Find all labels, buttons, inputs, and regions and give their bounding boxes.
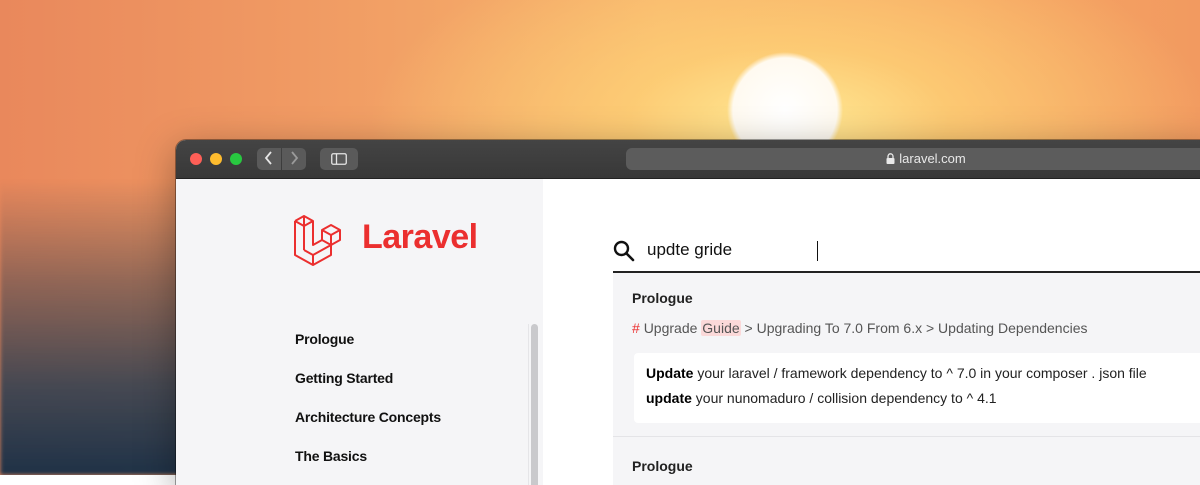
search-input[interactable] <box>647 237 1200 263</box>
brand-name[interactable]: Laravel <box>362 218 478 257</box>
snippet-line: update your nunomaduro / collision depen… <box>646 390 997 406</box>
breadcrumb-path: > Upgrading To 7.0 From 6.x > Updating D… <box>744 320 1088 336</box>
address-bar[interactable]: laravel.com <box>626 148 1200 170</box>
result-breadcrumb[interactable]: # Upgrade Guide > Upgrading To 7.0 From … <box>632 320 1087 336</box>
hash-icon: # <box>632 320 640 336</box>
laravel-logo-icon[interactable] <box>293 213 347 269</box>
address-url: laravel.com <box>899 151 966 166</box>
maximize-window-button[interactable] <box>230 153 242 165</box>
back-button[interactable] <box>257 148 281 170</box>
snippet-highlight: update <box>646 390 692 406</box>
forward-button[interactable] <box>282 148 306 170</box>
chevron-right-icon <box>291 151 299 165</box>
docs-nav: Prologue Getting Started Architecture Co… <box>295 331 441 485</box>
scrollbar-track <box>528 324 529 485</box>
sidebar-item-architecture-concepts[interactable]: Architecture Concepts <box>295 409 441 448</box>
snippet-line: Update your laravel / framework dependen… <box>646 365 1147 381</box>
lock-icon <box>886 153 895 164</box>
sidebar-item-getting-started[interactable]: Getting Started <box>295 370 441 409</box>
main-panel: Prologue # Upgrade Guide > Upgrading To … <box>543 179 1200 485</box>
snippet-text: your nunomaduro / collision dependency t… <box>695 390 997 406</box>
search-icon <box>613 240 635 262</box>
sidebar-toggle-button[interactable] <box>320 148 358 170</box>
chevron-left-icon <box>264 151 272 165</box>
search-results: Prologue # Upgrade Guide > Upgrading To … <box>613 273 1200 485</box>
page-content: Laravel Prologue Getting Started Archite… <box>176 179 1200 485</box>
result-snippet[interactable]: Update your laravel / framework dependen… <box>634 353 1200 423</box>
snippet-text: your laravel / framework dependency to ^… <box>697 365 1147 381</box>
sidebar-scrollbar[interactable] <box>531 324 538 485</box>
sidebar-item-prologue[interactable]: Prologue <box>295 331 441 370</box>
sidebar-icon <box>331 153 347 165</box>
result-section-title: Prologue <box>632 458 693 474</box>
minimize-window-button[interactable] <box>210 153 222 165</box>
snippet-highlight: Update <box>646 365 694 381</box>
text-cursor <box>817 241 818 261</box>
sidebar-item-the-basics[interactable]: The Basics <box>295 448 441 485</box>
breadcrumb-page: Upgrade <box>643 320 698 336</box>
browser-toolbar: laravel.com <box>176 140 1200 179</box>
search-bar <box>613 233 1200 273</box>
browser-window: laravel.com Laravel Prologue Getting Sta… <box>176 140 1200 485</box>
result-divider <box>613 436 1200 437</box>
close-window-button[interactable] <box>190 153 202 165</box>
result-section-title: Prologue <box>632 290 693 306</box>
breadcrumb-match-highlight: Guide <box>701 320 741 336</box>
docs-sidebar: Laravel Prologue Getting Started Archite… <box>176 179 543 485</box>
